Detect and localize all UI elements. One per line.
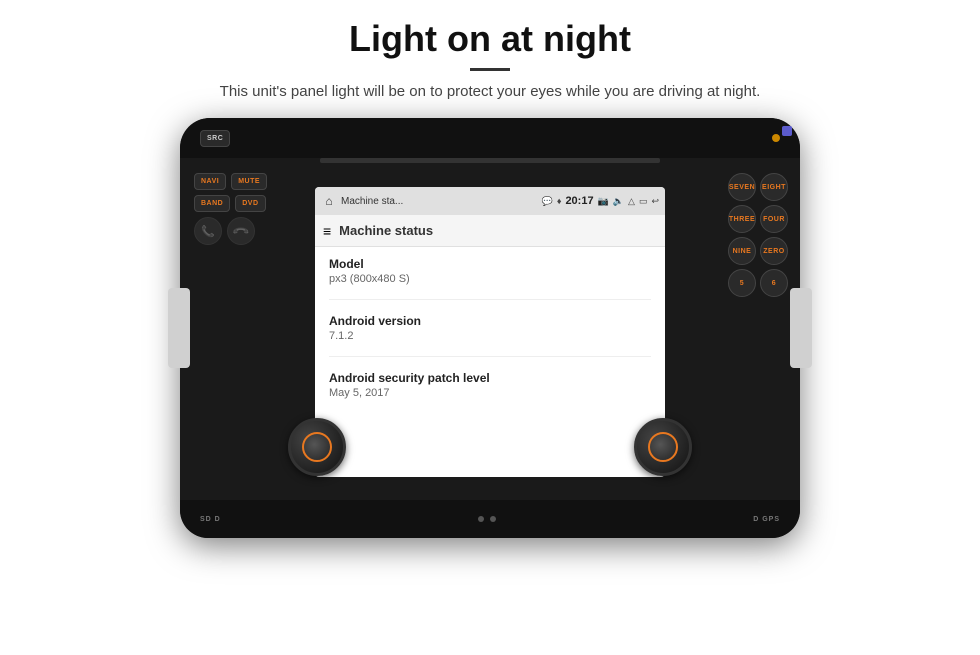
right-knob-inner [648, 432, 678, 462]
model-value: px3 (800x480 S) [329, 273, 651, 285]
right-panel: SEVEN EIGHT THREE FOUR NINE ZERO [693, 173, 788, 297]
location-icon: ♦ [557, 196, 562, 206]
status-time: 20:17 [565, 195, 593, 207]
eight-button[interactable]: EIGHT [760, 173, 788, 201]
right-knob[interactable] [634, 418, 692, 476]
status-bar: ⌂ Machine sta... 💬 ♦ 20:17 📷 🔈 △ ▭ ↩ [315, 187, 665, 215]
page-heading: Light on at night [349, 18, 631, 60]
android-version-value: 7.1.2 [329, 330, 651, 342]
home-icon[interactable]: ⌂ [321, 193, 337, 209]
action-bar-title: Machine status [339, 223, 433, 238]
nine-button[interactable]: NINE [728, 237, 756, 265]
screen-icon: ▭ [639, 196, 648, 207]
five-button[interactable]: 5 [728, 269, 756, 297]
left-row-1: NAVI MUTE [194, 173, 284, 190]
bottom-right-label: D GPS [753, 516, 780, 523]
volume-icon: 🔈 [613, 196, 624, 207]
right-row-4: 5 6 [693, 269, 788, 297]
message-icon: 💬 [542, 196, 553, 207]
android-version-title: Android version [329, 314, 651, 328]
phone-hang-button[interactable]: 📞 [227, 217, 255, 245]
security-patch-value: May 5, 2017 [329, 387, 651, 399]
bottom-bar: SD D D GPS [180, 500, 800, 538]
left-knob[interactable] [288, 418, 346, 476]
top-bar-left: SRC [200, 130, 230, 147]
right-row-2: THREE FOUR [693, 205, 788, 233]
app-name: Machine sta... [341, 196, 538, 207]
dvd-button[interactable]: DVD [235, 195, 265, 212]
left-bracket [168, 288, 190, 368]
heading-divider [470, 68, 510, 71]
mute-button[interactable]: MUTE [231, 173, 267, 190]
phone-answer-button[interactable]: 📞 [194, 217, 222, 245]
right-bracket [790, 288, 812, 368]
upload-icon: △ [628, 196, 635, 207]
left-knob-inner [302, 432, 332, 462]
four-button[interactable]: FOUR [760, 205, 788, 233]
page-subtitle: This unit's panel light will be on to pr… [220, 83, 761, 100]
android-screen: ⌂ Machine sta... 💬 ♦ 20:17 📷 🔈 △ ▭ ↩ ≡ M… [315, 187, 665, 477]
src-button[interactable]: SRC [200, 130, 230, 147]
back-icon: ↩ [651, 196, 659, 207]
android-version-block: Android version 7.1.2 [329, 314, 651, 357]
three-button[interactable]: THREE [728, 205, 756, 233]
menu-icon[interactable]: ≡ [323, 223, 331, 239]
head-unit: SRC NAVI MUTE BAND [180, 118, 800, 538]
bottom-left-label: SD D [200, 516, 221, 523]
security-patch-title: Android security patch level [329, 371, 651, 385]
top-right-indicator [782, 126, 792, 136]
left-panel: NAVI MUTE BAND DVD 📞 📞 [194, 173, 284, 245]
camera-icon: 📷 [598, 196, 609, 207]
zero-button[interactable]: ZERO [760, 237, 788, 265]
top-bar: SRC [180, 118, 800, 158]
content-area: Model px3 (800x480 S) Android version 7.… [315, 247, 665, 437]
top-bar-right [772, 134, 780, 142]
bottom-dots [478, 516, 496, 522]
bottom-dot-2 [490, 516, 496, 522]
right-row-1: SEVEN EIGHT [693, 173, 788, 201]
action-bar: ≡ Machine status [315, 215, 665, 247]
navi-button[interactable]: NAVI [194, 173, 226, 190]
left-row-3: 📞 📞 [194, 217, 284, 245]
model-block: Model px3 (800x480 S) [329, 257, 651, 300]
model-title: Model [329, 257, 651, 271]
page: Light on at night This unit's panel ligh… [0, 0, 980, 655]
six-button[interactable]: 6 [760, 269, 788, 297]
seven-button[interactable]: SEVEN [728, 173, 756, 201]
security-patch-block: Android security patch level May 5, 2017 [329, 371, 651, 413]
band-button[interactable]: BAND [194, 195, 230, 212]
left-row-2: BAND DVD [194, 195, 284, 212]
warning-indicator [772, 134, 780, 142]
status-icons: 💬 ♦ 20:17 📷 🔈 △ ▭ ↩ [542, 195, 659, 207]
right-row-3: NINE ZERO [693, 237, 788, 265]
cd-slot [320, 158, 660, 163]
bottom-dot-1 [478, 516, 484, 522]
